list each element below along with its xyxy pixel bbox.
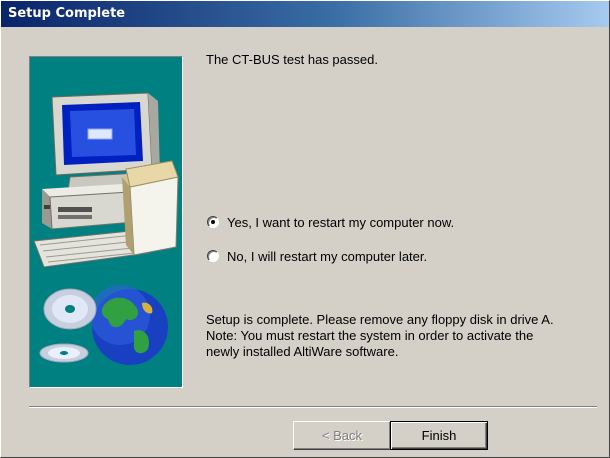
computer-illustration — [33, 92, 179, 365]
finish-button[interactable]: Finish — [390, 421, 488, 450]
message-line: newly installed AltiWare software. — [206, 344, 399, 359]
cd-discs-icon — [39, 288, 97, 363]
title-bar[interactable]: Setup Complete — [1, 1, 609, 27]
restart-later-label[interactable]: No, I will restart my computer later. — [227, 249, 427, 264]
message-line: Setup is complete. Please remove any flo… — [206, 312, 554, 327]
button-separator — [29, 406, 597, 408]
setup-illustration-panel — [29, 56, 183, 388]
restart-now-option[interactable]: Yes, I want to restart my computer now. — [207, 213, 454, 231]
window-title: Setup Complete — [8, 6, 126, 21]
back-button[interactable]: < Back — [293, 421, 391, 450]
restart-later-option[interactable]: No, I will restart my computer later. — [207, 247, 427, 265]
restart-later-radio[interactable] — [207, 250, 219, 262]
restart-now-radio[interactable] — [207, 216, 219, 228]
message-line: Note: You must restart the system in ord… — [206, 328, 534, 343]
test-status-text: The CT-BUS test has passed. — [206, 52, 378, 67]
setup-complete-message: Setup is complete. Please remove any flo… — [206, 312, 554, 360]
restart-now-label[interactable]: Yes, I want to restart my computer now. — [227, 215, 454, 230]
software-box-icon — [122, 160, 179, 256]
setup-dialog: Setup Complete The CT-BUS test has passe… — [0, 0, 610, 458]
globe-icon — [90, 285, 168, 365]
